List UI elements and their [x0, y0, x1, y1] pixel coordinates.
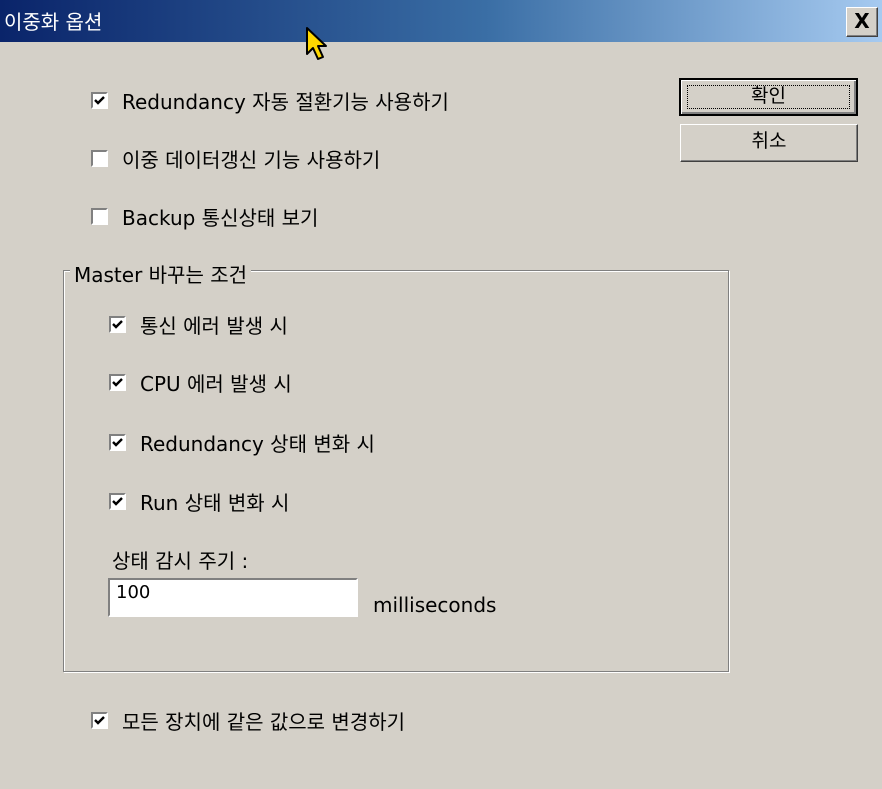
checkmark-icon: [112, 438, 123, 447]
backup-comm-status-option[interactable]: Backup 통신상태 보기: [91, 202, 318, 231]
window-title: 이중화 옵션: [4, 10, 103, 34]
backup-comm-status-label: Backup 통신상태 보기: [122, 206, 319, 230]
checkmark-icon: [94, 716, 105, 725]
comm-error-checkbox[interactable]: [109, 316, 126, 333]
comm-error-option[interactable]: 통신 에러 발생 시: [109, 310, 288, 339]
apply-all-devices-option[interactable]: 모든 장치에 같은 값으로 변경하기: [91, 706, 405, 735]
auto-switch-option[interactable]: Redundancy 자동 절환기능 사용하기: [91, 86, 449, 115]
mouse-cursor-icon: [306, 27, 327, 60]
checkmark-icon: [112, 497, 123, 506]
monitor-interval-input[interactable]: 100: [108, 578, 358, 617]
apply-all-devices-label: 모든 장치에 같은 값으로 변경하기: [122, 710, 406, 734]
redundancy-options-dialog: 이중화 옵션 X Redundancy 자동 절환기능 사용하기 이중 데이터갱…: [0, 0, 882, 789]
checkmark-icon: [112, 378, 123, 387]
title-bar[interactable]: 이중화 옵션 X: [0, 0, 882, 42]
run-state-change-option[interactable]: Run 상태 변화 시: [109, 487, 289, 516]
comm-error-label: 통신 에러 발생 시: [140, 314, 288, 338]
auto-switch-label: Redundancy 자동 절환기능 사용하기: [122, 90, 449, 114]
monitor-interval-label: 상태 감시 주기 :: [112, 549, 249, 573]
dual-data-update-option[interactable]: 이중 데이터갱신 기능 사용하기: [91, 144, 380, 173]
run-state-change-label: Run 상태 변화 시: [140, 491, 290, 515]
interval-unit-label: milliseconds: [373, 593, 497, 617]
apply-all-devices-checkbox[interactable]: [91, 712, 108, 729]
ok-button-label: 확인: [751, 85, 786, 107]
ok-button[interactable]: 확인: [679, 78, 858, 116]
dual-data-update-label: 이중 데이터갱신 기능 사용하기: [122, 148, 381, 172]
master-switch-group-title: Master 바꾸는 조건: [70, 259, 252, 288]
checkmark-icon: [112, 320, 123, 329]
redundancy-state-change-checkbox[interactable]: [109, 434, 126, 451]
cpu-error-checkbox[interactable]: [109, 374, 126, 391]
cpu-error-label: CPU 에러 발생 시: [140, 372, 292, 396]
checkmark-icon: [94, 96, 105, 105]
cancel-button-label: 취소: [751, 130, 787, 152]
run-state-change-checkbox[interactable]: [109, 493, 126, 510]
dual-data-update-checkbox[interactable]: [91, 150, 108, 167]
close-button[interactable]: X: [846, 7, 878, 37]
backup-comm-status-checkbox[interactable]: [91, 208, 108, 225]
redundancy-state-change-label: Redundancy 상태 변화 시: [140, 432, 375, 456]
cpu-error-option[interactable]: CPU 에러 발생 시: [109, 368, 292, 397]
redundancy-state-change-option[interactable]: Redundancy 상태 변화 시: [109, 428, 375, 457]
auto-switch-checkbox[interactable]: [91, 92, 108, 109]
cancel-button[interactable]: 취소: [680, 124, 858, 162]
